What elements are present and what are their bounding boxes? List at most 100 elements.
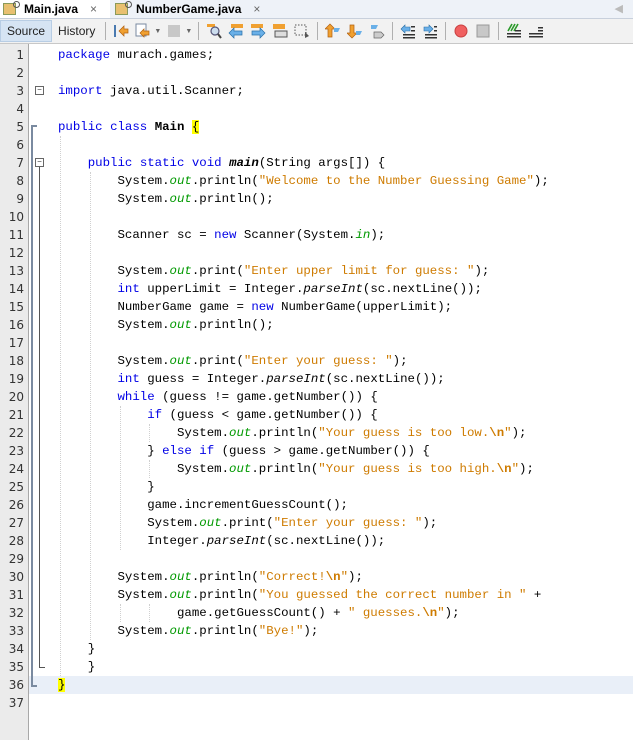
line-number[interactable]: 28 bbox=[0, 532, 24, 550]
line-number[interactable]: 25 bbox=[0, 478, 24, 496]
stop-macro-icon[interactable] bbox=[474, 22, 492, 40]
code-text[interactable]: int upperLimit = Integer.parseInt(sc.nex… bbox=[58, 280, 482, 298]
code-text[interactable]: public class Main { bbox=[58, 118, 200, 136]
code-text[interactable]: } bbox=[58, 478, 154, 496]
code-line[interactable]: System.out.println(); bbox=[0, 316, 633, 334]
code-line[interactable] bbox=[0, 100, 633, 118]
previous-bookmark-icon[interactable] bbox=[324, 22, 342, 40]
code-line[interactable]: import java.util.Scanner; bbox=[0, 82, 633, 100]
code-line[interactable]: System.out.println("Bye!"); bbox=[0, 622, 633, 640]
line-number[interactable]: 31 bbox=[0, 586, 24, 604]
fold-toggle-icon[interactable]: − bbox=[35, 86, 44, 95]
code-line[interactable] bbox=[0, 694, 633, 712]
line-number[interactable]: 14 bbox=[0, 280, 24, 298]
code-line[interactable]: game.getGuessCount() + " guesses.\n"); bbox=[0, 604, 633, 622]
toggle-highlight-icon[interactable] bbox=[271, 22, 289, 40]
uncomment-icon[interactable] bbox=[527, 22, 545, 40]
code-line[interactable]: int upperLimit = Integer.parseInt(sc.nex… bbox=[0, 280, 633, 298]
line-number[interactable]: 7 bbox=[0, 154, 24, 172]
line-number[interactable]: 13 bbox=[0, 262, 24, 280]
forward-dropdown-icon[interactable]: ▼ bbox=[185, 28, 192, 35]
code-text[interactable]: System.out.print("Enter upper limit for … bbox=[58, 262, 489, 280]
code-line[interactable]: package murach.games; bbox=[0, 46, 633, 64]
next-bookmark-icon[interactable] bbox=[346, 22, 364, 40]
start-macro-icon[interactable] bbox=[452, 22, 470, 40]
code-text[interactable]: System.out.println("You guessed the corr… bbox=[58, 586, 541, 604]
line-number[interactable]: 5 bbox=[0, 118, 24, 136]
history-button[interactable]: History bbox=[52, 20, 101, 42]
code-line[interactable]: } bbox=[0, 658, 633, 676]
scroll-tabs-left-icon[interactable]: ◀ bbox=[615, 2, 623, 15]
code-line[interactable]: } else if (guess > game.getNumber()) { bbox=[0, 442, 633, 460]
code-line[interactable]: System.out.print("Enter your guess: "); bbox=[0, 514, 633, 532]
code-line[interactable]: Scanner sc = new Scanner(System.in); bbox=[0, 226, 633, 244]
code-line[interactable]: System.out.println("Your guess is too lo… bbox=[0, 424, 633, 442]
line-number[interactable]: 36 bbox=[0, 676, 24, 694]
code-text[interactable]: Integer.parseInt(sc.nextLine()); bbox=[58, 532, 385, 550]
line-number[interactable]: 19 bbox=[0, 370, 24, 388]
toggle-rect-selection-icon[interactable] bbox=[293, 22, 311, 40]
line-number[interactable]: 18 bbox=[0, 352, 24, 370]
code-line[interactable] bbox=[0, 244, 633, 262]
line-number[interactable]: 22 bbox=[0, 424, 24, 442]
code-text[interactable]: package murach.games; bbox=[58, 46, 214, 64]
source-button[interactable]: Source bbox=[0, 20, 53, 42]
line-number[interactable]: 8 bbox=[0, 172, 24, 190]
code-text[interactable]: Scanner sc = new Scanner(System.in); bbox=[58, 226, 385, 244]
code-line[interactable] bbox=[0, 550, 633, 568]
line-number[interactable]: 27 bbox=[0, 514, 24, 532]
code-line[interactable] bbox=[0, 334, 633, 352]
toggle-bookmark-icon[interactable] bbox=[368, 22, 386, 40]
code-text[interactable]: System.out.print("Enter your guess: "); bbox=[58, 514, 437, 532]
line-number[interactable]: 16 bbox=[0, 316, 24, 334]
line-number[interactable]: 6 bbox=[0, 136, 24, 154]
shift-right-icon[interactable] bbox=[421, 22, 439, 40]
code-line[interactable]: System.out.println("Welcome to the Numbe… bbox=[0, 172, 633, 190]
line-number[interactable]: 30 bbox=[0, 568, 24, 586]
line-number[interactable]: 2 bbox=[0, 64, 24, 82]
shift-left-icon[interactable] bbox=[399, 22, 417, 40]
line-number[interactable]: 17 bbox=[0, 334, 24, 352]
code-line[interactable]: System.out.println("Correct!\n"); bbox=[0, 568, 633, 586]
line-number[interactable]: 24 bbox=[0, 460, 24, 478]
line-number[interactable]: 1 bbox=[0, 46, 24, 64]
code-text[interactable]: System.out.print("Enter your guess: "); bbox=[58, 352, 407, 370]
line-number[interactable]: 33 bbox=[0, 622, 24, 640]
code-line[interactable]: System.out.println("You guessed the corr… bbox=[0, 586, 633, 604]
back-dropdown-icon[interactable]: ▼ bbox=[154, 28, 161, 35]
code-line[interactable] bbox=[0, 208, 633, 226]
code-line[interactable]: } bbox=[0, 640, 633, 658]
code-text[interactable]: } bbox=[58, 676, 66, 694]
code-text[interactable]: game.incrementGuessCount(); bbox=[58, 496, 348, 514]
line-number[interactable]: 37 bbox=[0, 694, 24, 712]
code-text[interactable]: NumberGame game = new NumberGame(upperLi… bbox=[58, 298, 452, 316]
code-text[interactable]: int guess = Integer.parseInt(sc.nextLine… bbox=[58, 370, 445, 388]
code-line[interactable]: System.out.println(); bbox=[0, 190, 633, 208]
code-line[interactable]: game.incrementGuessCount(); bbox=[0, 496, 633, 514]
line-number[interactable]: 23 bbox=[0, 442, 24, 460]
find-next-icon[interactable] bbox=[249, 22, 267, 40]
line-number[interactable]: 12 bbox=[0, 244, 24, 262]
close-tab-icon[interactable]: × bbox=[90, 2, 97, 16]
code-line[interactable]: Integer.parseInt(sc.nextLine()); bbox=[0, 532, 633, 550]
code-editor[interactable]: package murach.games; import java.util.Sc… bbox=[0, 44, 633, 740]
code-text[interactable]: System.out.println("Your guess is too lo… bbox=[58, 424, 527, 442]
code-text[interactable]: while (guess != game.getNumber()) { bbox=[58, 388, 378, 406]
code-text[interactable]: game.getGuessCount() + " guesses.\n"); bbox=[58, 604, 460, 622]
code-text[interactable]: import java.util.Scanner; bbox=[58, 82, 244, 100]
code-text[interactable]: } bbox=[58, 658, 95, 676]
code-line[interactable]: System.out.print("Enter upper limit for … bbox=[0, 262, 633, 280]
line-number[interactable]: 9 bbox=[0, 190, 24, 208]
code-text[interactable]: System.out.println("Your guess is too hi… bbox=[58, 460, 534, 478]
find-icon[interactable] bbox=[205, 22, 223, 40]
line-number[interactable]: 3 bbox=[0, 82, 24, 100]
comment-icon[interactable] bbox=[505, 22, 523, 40]
code-line[interactable] bbox=[0, 136, 633, 154]
code-line[interactable]: public class Main { bbox=[0, 118, 633, 136]
code-text[interactable]: System.out.println("Correct!\n"); bbox=[58, 568, 362, 586]
code-line[interactable]: NumberGame game = new NumberGame(upperLi… bbox=[0, 298, 633, 316]
last-edit-icon[interactable] bbox=[112, 22, 130, 40]
code-text[interactable]: System.out.println("Bye!"); bbox=[58, 622, 318, 640]
code-line[interactable]: if (guess < game.getNumber()) { bbox=[0, 406, 633, 424]
line-number[interactable]: 11 bbox=[0, 226, 24, 244]
